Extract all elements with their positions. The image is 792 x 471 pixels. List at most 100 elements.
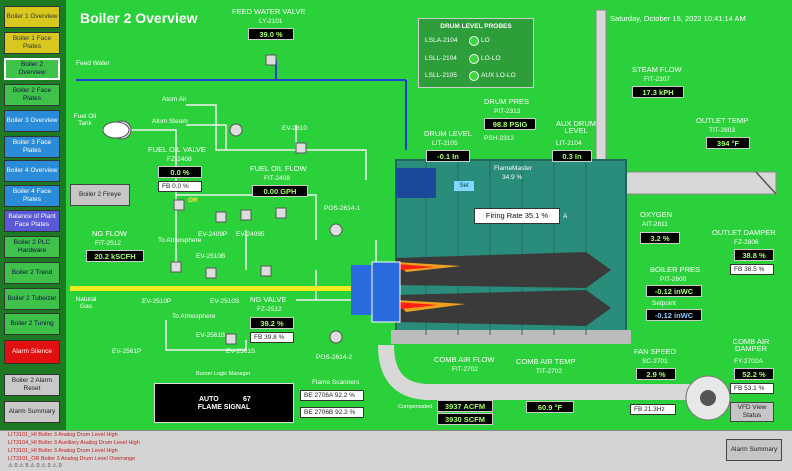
fan-speed-tag: SC-2701	[642, 358, 668, 365]
scanner-1: BE 2706A 92.2 %	[300, 390, 364, 401]
flame-mode: AUTO	[199, 396, 219, 403]
nav-boiler1-faceplates[interactable]: Boiler 1 Face Plates	[4, 32, 60, 54]
ng-flow-value[interactable]: 20.2 kSCFH	[86, 250, 144, 262]
fuel-oil-flow-label: FUEL OIL FLOW	[250, 164, 307, 173]
ev2561p-tag: EV-2561P	[112, 348, 142, 355]
outlet-temp-value[interactable]: 394 °F	[706, 137, 750, 149]
comb-air-damper-value[interactable]: 52.2 %	[734, 368, 774, 380]
probe-state-1: LO	[481, 37, 490, 44]
or-indicator: OR	[188, 197, 198, 204]
oxygen-value[interactable]: 3.2 %	[640, 232, 680, 244]
flame-signal-value: 67	[243, 396, 251, 403]
alarm-reset-button[interactable]: Boiler 2 Alarm Reset	[4, 374, 60, 396]
nav-boiler2-tubeizer[interactable]: Boiler 2 Tubeizer	[4, 288, 60, 310]
alarm-summary-button[interactable]: Alarm Summary	[726, 439, 782, 461]
ev2510p-tag: EV-2510P	[142, 298, 172, 305]
oxygen-label: OXYGEN	[640, 210, 673, 219]
comb-air-temp-label: COMB AIR TEMP	[516, 357, 576, 366]
nav-boiler2-plc[interactable]: Boiler 2 PLC Hardware	[4, 236, 60, 258]
comb-air-flow-tag: FIT-2702	[452, 366, 479, 373]
aux-drum-level-value[interactable]: 0.3 In	[552, 150, 592, 162]
ev2510b-tag: EV-2510B	[196, 253, 226, 260]
nav-boiler2-trend[interactable]: Boiler 2 Trend	[4, 262, 60, 284]
alarm-line-2[interactable]: LIT3104_HI Boiler 3 Auxiliary Analog Dru…	[8, 440, 140, 446]
drum-level-tag: LIT-2105	[432, 140, 458, 147]
burner-logic-label: Burner Logic Manager	[196, 371, 251, 377]
probe-indicator-3	[469, 71, 479, 81]
nav-boiler2-tuning[interactable]: Boiler 2 Tuning	[4, 313, 60, 335]
outlet-damper-fb: FB 38.5 %	[730, 264, 774, 275]
probe-tag-1: LSLA-2104	[425, 37, 458, 44]
pos-2614-1-tag: POS-2614-1	[324, 205, 361, 212]
steam-flow-tag: FIT-2307	[644, 76, 671, 83]
ev2610-tag: EV-2610	[282, 125, 307, 132]
nav-boiler3-overview[interactable]: Boiler 3 Overview	[4, 110, 60, 132]
flame-signal-label: FLAME SIGNAL	[197, 404, 251, 411]
comb-air-temp-tag: TIT-2702	[536, 368, 563, 375]
fuel-oil-flow-value[interactable]: 0.00 GPH	[252, 185, 308, 197]
feedwater-tag: LY-2101	[259, 18, 283, 25]
set-indicator: Set	[454, 181, 474, 191]
drum-level-value[interactable]: -0.1 In	[426, 150, 470, 162]
probe-state-3: AUX LO-LO	[481, 72, 516, 79]
to-atmosphere-1: To Atmosphere	[158, 237, 202, 244]
atom-steam-label: Atom Steam	[152, 118, 188, 125]
drum-level-probes-panel: DRUM LEVEL PROBES LSLA-2104 LO LSLL-2104…	[418, 18, 534, 88]
fuel-oil-valve-value[interactable]: 0.0 %	[158, 166, 202, 178]
setpoint-value[interactable]: -0.12 inWC	[646, 309, 702, 321]
drum-pres-value[interactable]: 98.8 PSIG	[484, 118, 536, 130]
to-atmosphere-2: To Atmosphere	[172, 313, 216, 320]
outlet-damper-label: OUTLET DAMPER	[712, 228, 776, 237]
flame-signal-panel: AUTO 67 FLAME SIGNAL	[154, 383, 294, 423]
boiler-pres-value[interactable]: -0.12 inWC	[646, 285, 702, 297]
datetime-display: Saturday, October 15, 2022 10:41:14 AM	[610, 14, 746, 23]
fuel-oil-valve-tag: FZ-2408	[167, 156, 192, 163]
firing-rate-value: 35.1 %	[524, 211, 549, 220]
nav-boiler4-overview[interactable]: Boiler 4 Overview	[4, 160, 60, 182]
steam-flow-value[interactable]: 17.3 kPH	[632, 86, 684, 98]
ev2409p-tag: EV-2409P	[198, 231, 228, 238]
fuel-oil-valve-fb: FB 0.0 %	[158, 181, 202, 192]
nav-boiler2-faceplates[interactable]: Boiler 2 Face Plates	[4, 84, 60, 106]
alarm-line-1[interactable]: LIT3101_HI Boiler 3 Analog Drum Level Hi…	[8, 432, 118, 438]
feedwater-line-label: Feed Water	[76, 60, 110, 67]
probe-indicator-2	[469, 54, 479, 64]
feedwater-label: FEED WATER VALVE	[232, 7, 306, 16]
firing-rate-box[interactable]: Firing Rate 35.1 %	[474, 208, 560, 224]
ng-valve-tag: FZ-2512	[257, 306, 282, 313]
alarm-banner: LIT3101_HI Boiler 3 Analog Drum Level Hi…	[0, 430, 792, 471]
probe-tag-2: LSLL-2104	[425, 55, 457, 62]
fireye-button[interactable]: Boiler 2 Fireye	[70, 184, 130, 206]
pos-2614-2-tag: POS-2614-2	[316, 354, 353, 361]
comb-air-acfm[interactable]: 3937 ACFM	[437, 400, 493, 412]
nav-boiler2-overview[interactable]: Boiler 2 Overview	[4, 58, 60, 80]
nav-boiler1-overview[interactable]: Boiler 1 Overview	[4, 6, 60, 28]
comb-air-scfm[interactable]: 3930 SCFM	[437, 413, 493, 425]
ev2561b-tag: EV-2561B	[196, 332, 226, 339]
drum-pres-label: DRUM PRES	[484, 97, 530, 106]
comb-air-temp-value[interactable]: 60.9 °F	[526, 401, 574, 413]
ng-valve-value[interactable]: 39.2 %	[250, 317, 294, 329]
outlet-damper-value[interactable]: 38.8 %	[734, 249, 774, 261]
nav-boiler4-faceplates[interactable]: Boiler 4 Face Plates	[4, 185, 60, 207]
alarm-line-3[interactable]: LIT3101_HI Boiler 3 Analog Drum Level Hi…	[8, 448, 118, 454]
oxygen-tag: AIT-2811	[642, 221, 668, 228]
outlet-temp-tag: TIT-2803	[709, 127, 736, 134]
feedwater-value[interactable]: 39.0 %	[248, 28, 294, 40]
drum-level-label: DRUM LEVEL	[424, 129, 472, 138]
probe-tag-3: LSLL-2105	[425, 72, 457, 79]
natural-gas-label: Natural Gas	[75, 296, 97, 310]
fan-speed-value[interactable]: 2.9 %	[636, 368, 676, 380]
fuel-oil-flow-tag: FIT-2408	[264, 175, 291, 182]
fuel-oil-tank-label: Fuel Oil Tank	[73, 113, 97, 127]
alarm-silence-button[interactable]: Alarm Silence	[4, 340, 60, 364]
alarm-line-4[interactable]: LIT3101_OR Boiler 3 Analog Drum Level Ov…	[8, 456, 135, 462]
steam-flow-label: STEAM FLOW	[632, 65, 682, 74]
alarm-summary-nav-button[interactable]: Alarm Summary	[4, 401, 60, 423]
nav-balance-of-plant[interactable]: Balance of Plant Face Plates	[4, 210, 60, 232]
flamemaster-value: 34.9 %	[502, 174, 523, 181]
nav-boiler3-faceplates[interactable]: Boiler 3 Face Plates	[4, 136, 60, 158]
auto-letter-a: A	[563, 213, 568, 220]
vfd-status-button[interactable]: VFD View Status	[730, 402, 774, 422]
alarm-counts: ⚠ 0 ⚠ 5 ⚠ 0 ⚠ 0 ⚠ 0	[8, 463, 62, 469]
